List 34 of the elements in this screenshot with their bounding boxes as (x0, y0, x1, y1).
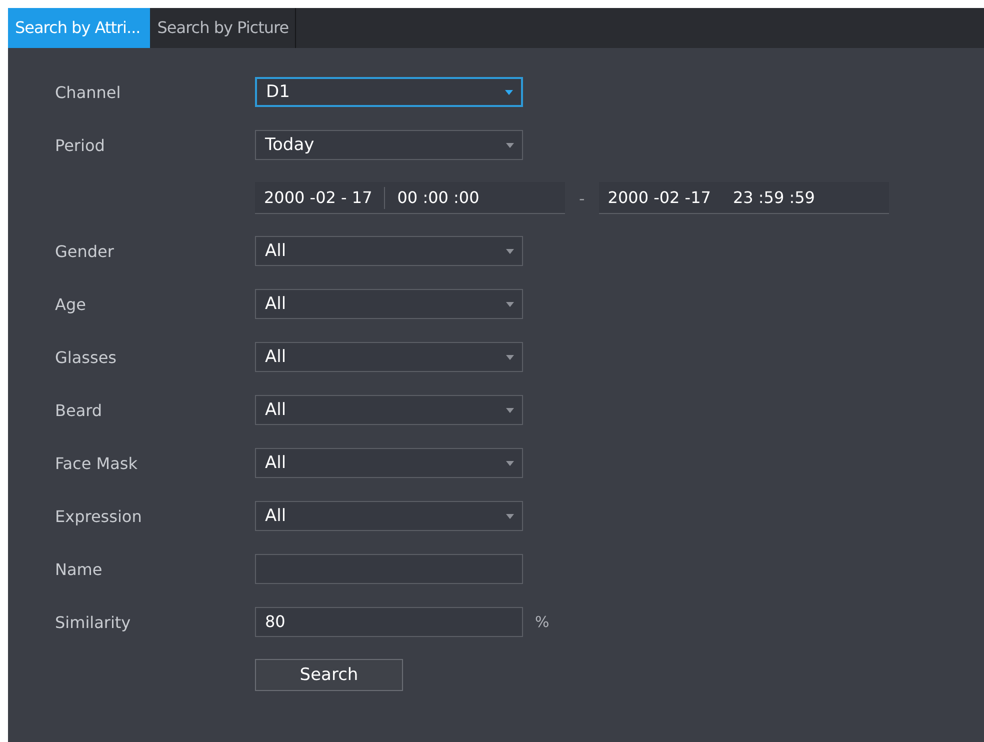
caret-icon (506, 248, 514, 254)
caret-icon (506, 142, 514, 148)
field-label: Glasses (55, 348, 118, 366)
field-label: Gender (55, 242, 115, 260)
dropdown[interactable]: All (255, 289, 523, 319)
caret-icon (506, 302, 514, 306)
text-field[interactable]: 80 (255, 607, 523, 637)
field-label: Beard (55, 400, 104, 420)
dropdown[interactable]: D1 (255, 77, 523, 107)
field-label: Similarity (55, 612, 132, 632)
start-datetime-field[interactable]: 2000 -02 - 17 00 :00 :00 (255, 182, 565, 214)
caret-icon (506, 354, 514, 360)
text-field[interactable] (255, 554, 523, 584)
field-label: Channel (55, 82, 122, 102)
caret-icon (506, 408, 514, 412)
caret-icon (506, 460, 514, 466)
field-label: Name (55, 560, 104, 578)
dropdown[interactable]: All (255, 448, 523, 478)
dropdown[interactable]: All (255, 395, 523, 425)
dropdown[interactable]: All (255, 342, 523, 372)
search-button[interactable]: Search (255, 659, 403, 691)
end-datetime-field[interactable]: 2000 -02 -17 23 :59 :59 (598, 182, 889, 214)
caret-icon (506, 514, 514, 518)
tab[interactable]: Search by Picture (150, 8, 296, 48)
caret-icon (505, 90, 513, 94)
field-label: Period (55, 136, 106, 154)
field-label: Face Mask (55, 454, 138, 472)
unit-label: % (535, 613, 550, 631)
field-label: Age (55, 294, 87, 314)
dropdown[interactable]: Today (255, 130, 523, 160)
range-separator: - (579, 188, 585, 208)
dropdown[interactable]: All (255, 236, 523, 266)
field-label: Expression (55, 506, 143, 526)
dropdown[interactable]: All (255, 501, 523, 531)
